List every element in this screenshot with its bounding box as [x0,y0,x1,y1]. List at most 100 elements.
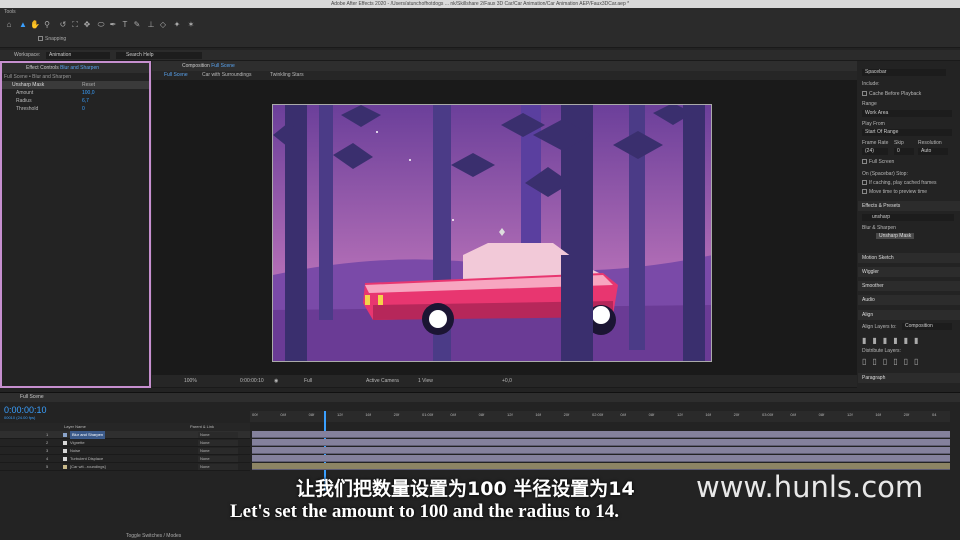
timeline-tab[interactable]: Full Scene [0,393,960,402]
effect-row-unsharp-mask[interactable]: Unsharp Mask Reset [2,81,149,89]
param-value-amount[interactable]: 100,0 [82,89,95,97]
search-help-input[interactable]: Search Help [116,52,202,59]
effects-search-input[interactable]: unsharp [862,214,954,221]
layer-color-swatch[interactable] [63,449,67,453]
play-from-select[interactable]: Start Of Range [862,129,952,136]
layer-duration-bar[interactable] [252,431,950,438]
layer-parent-select[interactable]: None [198,464,238,470]
layer-row[interactable]: 1 Blur and Sharpen None [0,431,250,439]
home-icon[interactable]: ⌂ [4,20,14,30]
motion-sketch-panel[interactable]: Motion Sketch [858,253,960,263]
layer-duration-bar[interactable] [252,447,950,454]
camera-snapshot-icon[interactable]: ◉ [274,375,278,387]
rotate-tool-icon[interactable]: ↺ [58,20,68,30]
layer-color-swatch[interactable] [63,441,67,445]
layer-row[interactable]: 4 Turbulent Displace None [0,455,250,463]
effect-reset-link[interactable]: Reset [82,81,95,89]
toggle-switches-modes[interactable]: Toggle Switches / Modes [126,533,181,539]
roto-brush-tool-icon[interactable]: ✦ [172,20,182,30]
full-screen-option[interactable]: Full Screen [862,159,894,165]
align-panel-header[interactable]: Align [858,310,960,320]
workspace-select[interactable]: Animation [46,52,110,59]
paragraph-panel-header[interactable]: Paragraph [858,373,960,383]
if-caching-checkbox[interactable] [862,180,867,186]
zoom-select[interactable]: 100% [184,375,197,387]
layer-color-swatch[interactable] [63,457,67,461]
move-time-checkbox[interactable] [862,189,867,195]
pan-behind-tool-icon[interactable]: ✥ [82,20,92,30]
distribute-buttons[interactable]: ▯▯▯▯▯▯ [862,357,924,366]
effect-controls-header[interactable]: Effect Controls Blur and Sharpen [2,63,149,73]
smoother-panel[interactable]: Smoother [858,281,960,291]
param-row-threshold[interactable]: Threshold 0 [2,105,149,113]
shortcut-select[interactable]: Spacebar [862,69,946,76]
effects-result-unsharp-mask[interactable]: Unsharp Mask [876,233,915,239]
layer-parent-select[interactable]: None [198,456,238,462]
zoom-tool-icon[interactable]: ⚲ [42,20,52,30]
type-tool-icon[interactable]: T [120,20,130,30]
layer-color-swatch[interactable] [63,433,67,437]
tab-car-with-surroundings[interactable]: Car with Surroundings [202,71,251,80]
clone-stamp-tool-icon[interactable]: ⊥ [146,20,156,30]
eraser-tool-icon[interactable]: ◇ [158,20,168,30]
skip-select[interactable]: 0 [894,148,914,155]
snapping-checkbox[interactable] [38,36,43,42]
puppet-pin-tool-icon[interactable]: ✶ [186,20,196,30]
tab-twinkling-stars[interactable]: Twinkling Stars [270,71,304,80]
time-ruler[interactable]: 00f 04f 08f 12f 16f 20f 01:00f 04f 08f 12f 16f 20f 0… [250,411,950,422]
layer-row[interactable]: 3 Noise None [0,447,250,455]
resolution-select-preview[interactable]: Auto [918,148,948,155]
hand-tool-icon[interactable]: ✋ [30,20,40,30]
snapping-toggle[interactable]: Snapping [38,36,66,42]
full-screen-checkbox[interactable] [862,159,867,165]
current-time[interactable]: 0:00:00:10 [240,375,264,387]
layer-row[interactable]: 2 Vignette None [0,439,250,447]
layer-duration-bar[interactable] [252,463,950,470]
param-row-radius[interactable]: Radius 6,7 [2,97,149,105]
views-select[interactable]: 1 View [418,375,433,387]
composition-viewer[interactable] [272,104,712,362]
exposure-value[interactable]: +0,0 [502,375,512,387]
effects-presets-header[interactable]: Effects & Presets [858,201,960,211]
layer-row[interactable]: 5 [Car wit...roundings] None [0,463,250,471]
audio-panel[interactable]: Audio [858,295,960,305]
layer-duration-bar[interactable] [252,439,950,446]
cache-before-playback-option[interactable]: Cache Before Playback [862,91,921,97]
tab-full-scene[interactable]: Full Scene [164,71,188,80]
ellipse-tool-icon[interactable]: ⬭ [96,20,106,30]
layer-color-swatch[interactable] [63,465,67,469]
layer-parent-select[interactable]: None [198,440,238,446]
toolbar: ⌂ ▲ ✋ ⚲ ↺ ⛶ ✥ ⬭ ✒ T ✎ ⊥ ◇ ✦ ✶ Snapping [0,16,960,48]
effects-category[interactable]: Blur & Sharpen [862,225,896,231]
ruler-tick-label: 16f [535,412,541,417]
selection-tool-icon[interactable]: ▲ [18,20,28,30]
layer-parent-select[interactable]: None [198,432,238,438]
brush-tool-icon[interactable]: ✎ [132,20,142,30]
frame-rate-select[interactable]: (24) [862,148,888,155]
effect-controls-subtitle: Full Scene • Blur and Sharpen [4,74,72,80]
resolution-select[interactable]: Full [304,375,312,387]
layer-name[interactable]: Blur and Sharpen [70,431,106,439]
wiggler-panel[interactable]: Wiggler [858,267,960,277]
layer-parent-select[interactable]: None [198,448,238,454]
layer-duration-bar[interactable] [252,455,950,462]
cache-checkbox[interactable] [862,91,867,97]
camera-select[interactable]: Active Camera [366,375,399,387]
timeline-timecode[interactable]: 0:00:00:10 [4,405,47,415]
camera-tool-icon[interactable]: ⛶ [70,20,80,30]
layer-name[interactable]: Turbulent Displace [70,455,103,463]
param-value-threshold[interactable]: 0 [82,105,85,113]
align-buttons[interactable]: ▮▮▮▮▮▮ [862,336,924,345]
layer-name[interactable]: Noise [70,447,80,455]
param-value-radius[interactable]: 6,7 [82,97,89,105]
composition-header[interactable]: Composition Full Scene [152,61,857,71]
full-screen-label: Full Screen [869,159,895,165]
align-to-select[interactable]: Composition [902,323,952,330]
move-time-option[interactable]: Move time to preview time [862,189,927,195]
layer-name[interactable]: Vignette [70,439,85,447]
pen-tool-icon[interactable]: ✒ [108,20,118,30]
param-row-amount[interactable]: Amount 100,0 [2,89,149,97]
if-caching-option[interactable]: If caching, play cached frames [862,180,937,186]
range-select[interactable]: Work Area [862,110,952,117]
layer-name[interactable]: [Car wit...roundings] [70,463,106,471]
